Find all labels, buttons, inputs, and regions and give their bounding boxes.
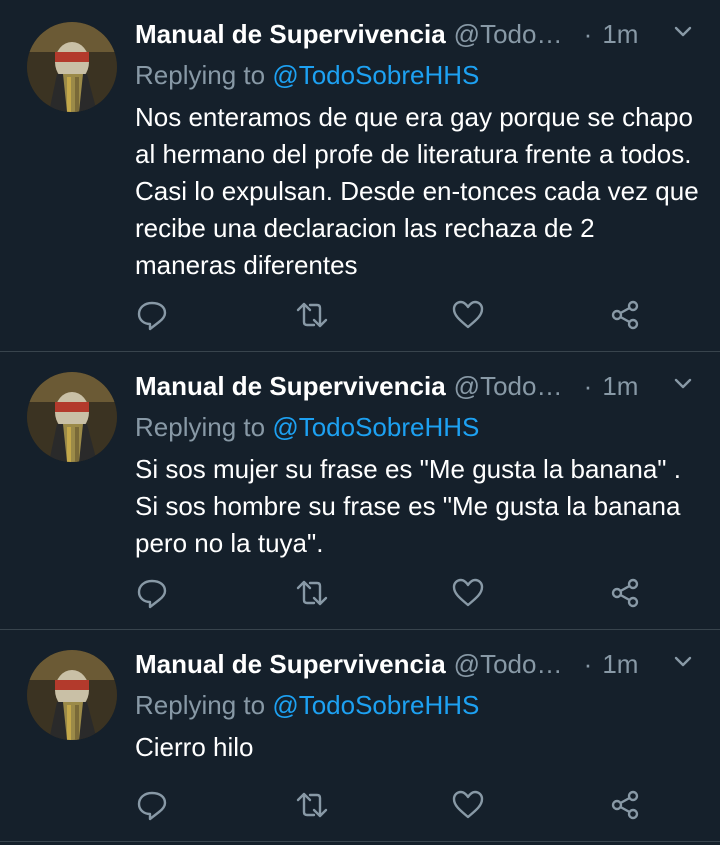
share-button[interactable] [608, 788, 642, 822]
replying-to: Replying to @TodoSobreHHS [135, 412, 479, 443]
heart-icon [452, 300, 484, 329]
retweet-icon [296, 302, 328, 328]
author-handle[interactable]: @TodoSobreHHS [454, 371, 574, 402]
author-handle[interactable]: @TodoSobreHHS [454, 19, 574, 50]
tweet-text: Nos enteramos de que era gay porque se c… [135, 102, 699, 280]
heart-icon [452, 790, 484, 819]
share-button[interactable] [608, 576, 642, 610]
like-button[interactable] [451, 298, 485, 332]
chevron-down-icon[interactable] [670, 19, 696, 45]
timestamp[interactable]: 1m [602, 19, 638, 50]
avatar[interactable] [27, 650, 117, 740]
tweet-header: Manual de Supervivencia @TodoSobreHHS · … [135, 369, 696, 403]
tweet-text: Cierro hilo [135, 732, 254, 762]
replying-to-label: Replying to [135, 60, 266, 90]
tweet[interactable]: Manual de Supervivencia @TodoSobreHHS · … [0, 630, 720, 842]
replying-to-label: Replying to [135, 690, 266, 720]
tweet-header: Manual de Supervivencia @TodoSobreHHS · … [135, 17, 696, 51]
replying-to: Replying to @TodoSobreHHS [135, 690, 479, 721]
timestamp[interactable]: 1m [602, 371, 638, 402]
tweet-text: Si sos mujer su frase es "Me gusta la ba… [135, 454, 681, 558]
retweet-button[interactable] [295, 298, 329, 332]
reply-button[interactable] [135, 298, 169, 332]
retweet-button[interactable] [295, 576, 329, 610]
tweet-actions [135, 576, 655, 610]
reply-button[interactable] [135, 788, 169, 822]
like-button[interactable] [451, 788, 485, 822]
heart-icon [452, 578, 484, 607]
share-icon [611, 578, 639, 608]
retweet-button[interactable] [295, 788, 329, 822]
tweet-actions [135, 788, 655, 822]
author-handle[interactable]: @TodoSobreHHS [454, 649, 574, 680]
retweet-icon [296, 792, 328, 818]
share-icon [611, 300, 639, 330]
author-name[interactable]: Manual de Supervivencia [135, 649, 446, 680]
author-name[interactable]: Manual de Supervivencia [135, 371, 446, 402]
author-name[interactable]: Manual de Supervivencia [135, 19, 446, 50]
avatar[interactable] [27, 22, 117, 112]
separator: · [583, 18, 593, 49]
tweet-actions [135, 298, 655, 332]
tweet-header: Manual de Supervivencia @TodoSobreHHS · … [135, 647, 696, 681]
like-button[interactable] [451, 576, 485, 610]
separator: · [583, 648, 593, 679]
replying-to: Replying to @TodoSobreHHS [135, 60, 479, 91]
replying-to-label: Replying to [135, 412, 266, 442]
share-button[interactable] [608, 298, 642, 332]
separator: · [583, 370, 593, 401]
chevron-down-icon[interactable] [670, 371, 696, 397]
avatar[interactable] [27, 372, 117, 462]
retweet-icon [296, 580, 328, 606]
timestamp[interactable]: 1m [602, 649, 638, 680]
chevron-down-icon[interactable] [670, 649, 696, 675]
reply-mention-link[interactable]: @TodoSobreHHS [272, 412, 479, 442]
tweet[interactable]: Manual de Supervivencia @TodoSobreHHS · … [0, 352, 720, 630]
reply-mention-link[interactable]: @TodoSobreHHS [272, 690, 479, 720]
reply-button[interactable] [135, 576, 169, 610]
reply-icon [137, 579, 167, 609]
share-icon [611, 790, 639, 820]
tweet[interactable]: Manual de Supervivencia @TodoSobreHHS · … [0, 0, 720, 352]
reply-icon [137, 301, 167, 331]
reply-icon [137, 791, 167, 821]
reply-mention-link[interactable]: @TodoSobreHHS [272, 60, 479, 90]
